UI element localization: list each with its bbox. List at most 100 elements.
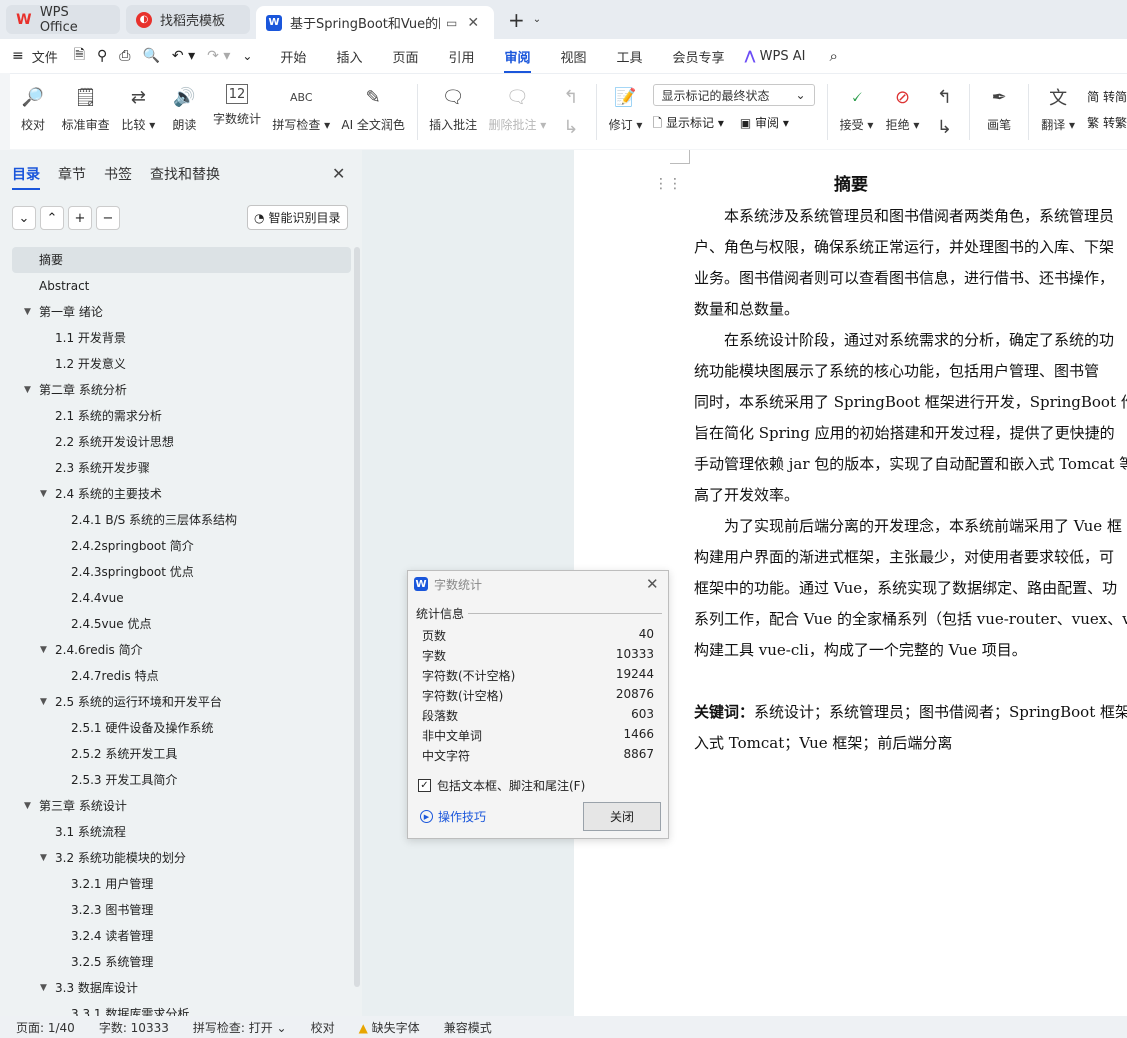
include-textbox-checkbox[interactable]: ✓ 包括文本框、脚注和尾注(F): [418, 777, 585, 794]
ai-polish-button[interactable]: ✎ AI 全文润色: [341, 84, 405, 133]
tab-wps-office[interactable]: W WPS Office: [6, 5, 120, 35]
status-spell[interactable]: 拼写检查: 打开 ⌄: [193, 1019, 287, 1036]
drag-handle-icon[interactable]: ⋮⋮: [654, 176, 682, 192]
toc-item[interactable]: ▼ 3.3 数据库设计: [12, 975, 351, 1001]
share-icon[interactable]: ⚲: [97, 48, 107, 64]
tab-bookmarks[interactable]: 书签: [104, 164, 132, 190]
toc-item[interactable]: ▼ 第三章 系统设计: [12, 793, 351, 819]
toc-item[interactable]: 3.2.4 读者管理: [12, 923, 351, 949]
toc-item[interactable]: 1.2 开发意义: [12, 351, 351, 377]
close-icon[interactable]: ✕: [646, 575, 659, 593]
toc-item[interactable]: 2.3 系统开发步骤: [12, 455, 351, 481]
reject-button[interactable]: ⊘ 拒绝 ▾: [886, 84, 920, 133]
menu-file[interactable]: 文件: [32, 47, 58, 66]
toc-item[interactable]: 2.1 系统的需求分析: [12, 403, 351, 429]
menu-page[interactable]: 页面: [392, 47, 418, 66]
review-pane-button[interactable]: ▣ 审阅 ▾: [740, 114, 789, 135]
redo-icon[interactable]: ↷ ▾: [207, 48, 230, 64]
monitor-icon[interactable]: ▭: [446, 16, 457, 30]
toc-item[interactable]: 2.4.1 B/S 系统的三层体系结构: [12, 507, 351, 533]
toc-item[interactable]: Abstract: [12, 273, 351, 299]
toc-item[interactable]: 2.2 系统开发设计思想: [12, 429, 351, 455]
toc-item[interactable]: 2.4.5vue 优点: [12, 611, 351, 637]
toc-item[interactable]: ▼ 第一章 绪论: [12, 299, 351, 325]
compare-button[interactable]: ⇄ 比较 ▾: [121, 84, 155, 133]
expand-triangle-icon[interactable]: ▼: [24, 793, 31, 819]
toc-item[interactable]: ▼ 3.2 系统功能模块的划分: [12, 845, 351, 871]
close-dialog-button[interactable]: 关闭: [583, 802, 661, 831]
expand-triangle-icon[interactable]: ▼: [24, 299, 31, 325]
show-markup-button[interactable]: 🗋 显示标记 ▾: [653, 114, 724, 135]
expand-up-button[interactable]: ⌃: [40, 206, 64, 230]
toc-item[interactable]: ▼ 第二章 系统分析: [12, 377, 351, 403]
expand-triangle-icon[interactable]: ▼: [40, 481, 47, 507]
tab-toc[interactable]: 目录: [12, 164, 40, 190]
translate-button[interactable]: 文翻译 ▾: [1041, 84, 1075, 133]
more-icon[interactable]: ⌄: [242, 49, 252, 63]
tab-docer[interactable]: ◐ 找稻壳模板: [126, 5, 250, 34]
toc-item[interactable]: 1.1 开发背景: [12, 325, 351, 351]
toc-item[interactable]: 2.5.3 开发工具简介: [12, 767, 351, 793]
close-panel-icon[interactable]: ✕: [332, 164, 345, 183]
expand-triangle-icon[interactable]: ▼: [40, 689, 47, 715]
read-aloud-button[interactable]: 🔊 朗读: [167, 84, 201, 133]
menu-member[interactable]: 会员专享: [673, 47, 725, 66]
toc-item[interactable]: 3.2.5 系统管理: [12, 949, 351, 975]
prev-next-change-buttons[interactable]: ↰ ↳: [932, 84, 958, 140]
new-tab-icon[interactable]: +: [508, 8, 525, 32]
menu-tools[interactable]: 工具: [617, 47, 643, 66]
menu-home[interactable]: 开始: [280, 47, 306, 66]
status-missing-font[interactable]: ▲ 缺失字体: [359, 1019, 420, 1036]
toc-item[interactable]: 2.4.2springboot 简介: [12, 533, 351, 559]
close-icon[interactable]: ✕: [467, 15, 479, 31]
toc-item[interactable]: 3.1 系统流程: [12, 819, 351, 845]
prev-next-comment-buttons[interactable]: ↰ ↳: [558, 84, 584, 140]
print-icon[interactable]: ⎙: [119, 48, 130, 64]
collapse-all-button[interactable]: ⌄: [12, 206, 36, 230]
status-page[interactable]: 页面: 1/40: [16, 1019, 75, 1036]
panel-scrollbar[interactable]: [354, 247, 360, 987]
print-preview-icon[interactable]: 🔍: [142, 48, 159, 64]
pen-button[interactable]: ✒ 画笔: [982, 84, 1016, 133]
menu-reference[interactable]: 引用: [448, 47, 474, 66]
to-simplified-button[interactable]: 简 转简: [1087, 84, 1127, 110]
toc-item[interactable]: ▼ 2.4 系统的主要技术: [12, 481, 351, 507]
toc-item[interactable]: 2.5.2 系统开发工具: [12, 741, 351, 767]
toc-item[interactable]: 3.2.1 用户管理: [12, 871, 351, 897]
toc-item[interactable]: 2.5.1 硬件设备及操作系统: [12, 715, 351, 741]
expand-triangle-icon[interactable]: ▼: [40, 845, 47, 871]
chevron-down-icon[interactable]: ⌄: [533, 14, 541, 25]
word-count-button[interactable]: 12 字数统计: [213, 84, 261, 127]
tab-find-replace[interactable]: 查找和替换: [150, 164, 220, 190]
toc-item[interactable]: ▼ 2.4.6redis 简介: [12, 637, 351, 663]
expand-triangle-icon[interactable]: ▼: [24, 377, 31, 403]
toc-item[interactable]: 摘要: [12, 247, 351, 273]
add-heading-button[interactable]: +: [68, 206, 92, 230]
revise-button[interactable]: 📝 修订 ▾: [609, 84, 643, 133]
menu-wps-ai[interactable]: ⋀ WPS AI: [745, 49, 806, 64]
expand-triangle-icon[interactable]: ▼: [40, 975, 47, 1001]
tab-chapters[interactable]: 章节: [58, 164, 86, 190]
remove-heading-button[interactable]: −: [96, 206, 120, 230]
proofread-button[interactable]: 🔎 校对: [16, 84, 50, 133]
hamburger-icon[interactable]: ≡: [12, 48, 24, 64]
to-traditional-button[interactable]: 繁 转繁: [1087, 110, 1127, 136]
save-icon[interactable]: 🗎: [74, 44, 85, 68]
accept-button[interactable]: 🗸 接受 ▾: [840, 84, 874, 133]
menu-review[interactable]: 审阅: [504, 47, 531, 73]
standard-review-button[interactable]: 🗒 标准审查: [62, 84, 110, 133]
spell-check-button[interactable]: ABC 拼写检查 ▾: [272, 84, 330, 133]
search-icon[interactable]: ⌕: [829, 47, 837, 65]
tips-link[interactable]: ▶ 操作技巧: [420, 808, 486, 825]
menu-insert[interactable]: 插入: [336, 47, 362, 66]
document-body[interactable]: 摘要 本系统涉及系统管理员和图书借阅者两类角色，系统管理员 户、角色与权限，确保系…: [694, 170, 1127, 770]
menu-view[interactable]: 视图: [561, 47, 587, 66]
smart-toc-button[interactable]: ◔ 智能识别目录: [247, 205, 348, 230]
toc-item[interactable]: 3.2.3 图书管理: [12, 897, 351, 923]
toc-item[interactable]: 2.4.7redis 特点: [12, 663, 351, 689]
expand-triangle-icon[interactable]: ▼: [40, 637, 47, 663]
toc-item[interactable]: 2.4.3springboot 优点: [12, 559, 351, 585]
toc-item[interactable]: ▼ 2.5 系统的运行环境和开发平台: [12, 689, 351, 715]
toc-item[interactable]: 2.4.4vue: [12, 585, 351, 611]
tab-document[interactable]: W 基于SpringBoot和Vue的图书... ▭ ✕: [256, 6, 494, 39]
